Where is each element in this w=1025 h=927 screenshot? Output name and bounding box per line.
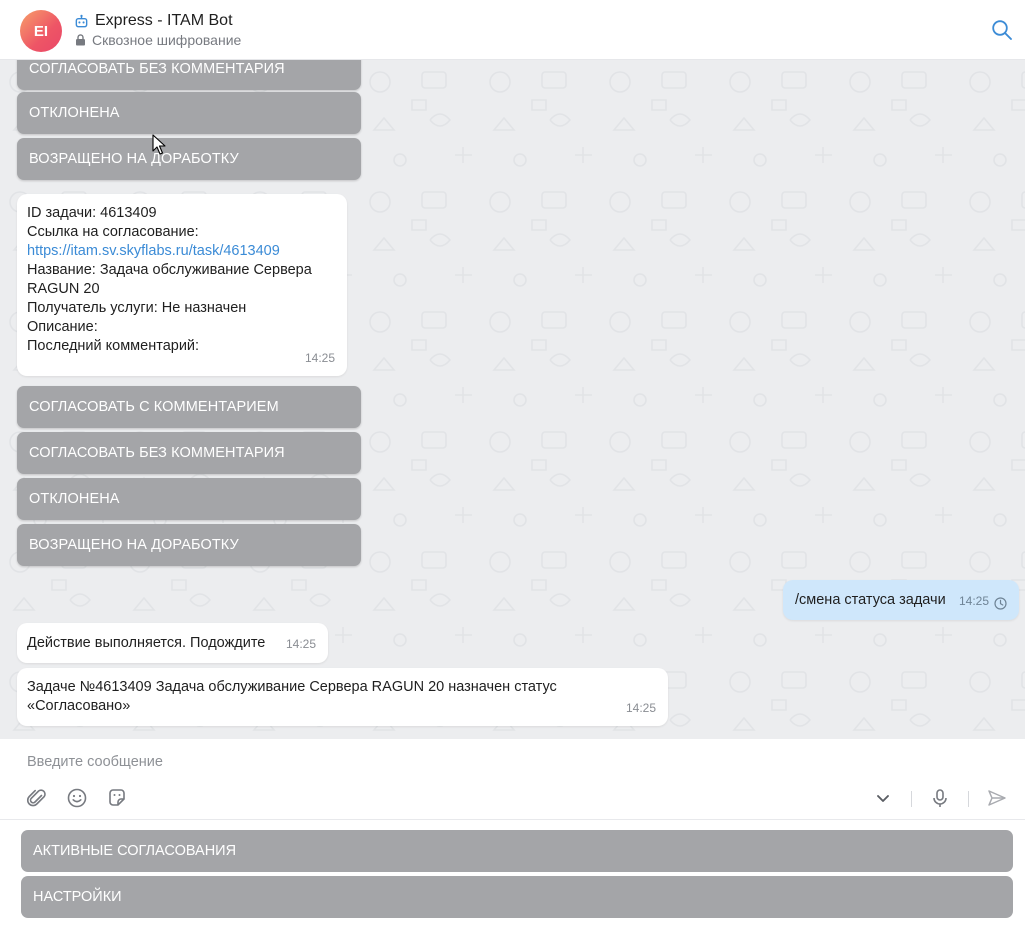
action-message-text: Действие выполняется. Подождите — [27, 635, 266, 651]
message-list[interactable]: СОГЛАСОВАТЬ БЕЗ КОММЕНТАРИЯ ОТКЛОНЕНА ВО… — [0, 60, 1025, 739]
chat-title[interactable]: Express - ITAM Bot — [95, 12, 233, 30]
message-time: 14:25 — [625, 701, 656, 715]
keyboard-button-approve-with-comment[interactable]: СОГЛАСОВАТЬ С КОММЕНТАРИЕМ — [17, 386, 361, 428]
service-recipient-text: Получатель услуги: Не назначен — [27, 300, 247, 316]
chevron-down-icon[interactable] — [872, 787, 894, 809]
keyboard-button-approve-no-comment[interactable]: СОГЛАСОВАТЬ БЕЗ КОММЕНТАРИЯ — [17, 60, 361, 90]
approval-link-label: Ссылка на согласование: — [27, 224, 199, 240]
divider — [911, 791, 912, 807]
divider — [968, 791, 969, 807]
action-in-progress-message: Действие выполняется. Подождите 14:25 — [17, 623, 328, 663]
status-message-text: Задаче №4613409 Задача обслуживание Серв… — [27, 679, 557, 695]
keyboard-button-returned-for-rework[interactable]: ВОЗРАЩЕНО НА ДОРАБОТКУ — [17, 524, 361, 566]
keyboard-button-returned-for-rework[interactable]: ВОЗРАЩЕНО НА ДОРАБОТКУ — [17, 138, 361, 180]
chat-header: EI Express - ITAM Bot Сквозное шифровани… — [0, 0, 1025, 60]
message-time: 14:25 — [958, 594, 989, 608]
title-row: Express - ITAM Bot — [74, 12, 233, 30]
status-assigned-message: Задаче №4613409 Задача обслуживание Серв… — [17, 668, 668, 726]
message-time: 14:25 — [285, 637, 316, 651]
emoji-icon[interactable] — [66, 787, 88, 809]
clock-icon — [994, 597, 1007, 610]
encryption-status: Сквозное шифрование — [75, 32, 241, 48]
keyboard-button-approve-no-comment[interactable]: СОГЛАСОВАТЬ БЕЗ КОММЕНТАРИЯ — [17, 432, 361, 474]
bot-icon — [75, 14, 88, 27]
send-icon[interactable] — [986, 787, 1008, 809]
keyboard-button-rejected[interactable]: ОТКЛОНЕНА — [17, 478, 361, 520]
last-comment-text: Последний комментарий: — [27, 338, 200, 354]
search-icon[interactable] — [991, 19, 1013, 41]
task-name-text: Название: Задача обслуживание Сервера — [27, 262, 312, 278]
keyboard-button-active-approvals[interactable]: АКТИВНЫЕ СОГЛАСОВАНИЯ — [21, 830, 1013, 872]
task-id-text: ID задачи: 4613409 — [27, 205, 157, 221]
attach-icon[interactable] — [26, 787, 48, 809]
message-composer — [11, 739, 1025, 819]
lock-icon — [76, 34, 85, 46]
approval-link[interactable]: https://itam.sv.skyflabs.ru/task/4613409 — [27, 242, 337, 261]
status-message-value: «Согласовано» — [27, 698, 131, 714]
keyboard-button-settings[interactable]: НАСТРОЙКИ — [21, 876, 1013, 918]
outgoing-message: /смена статуса задачи 14:25 — [783, 580, 1019, 620]
task-name-text-continued: RAGUN 20 — [27, 281, 100, 297]
message-input[interactable] — [27, 752, 927, 772]
description-text: Описание: — [27, 319, 98, 335]
message-time: 14:25 — [304, 351, 335, 365]
chat-subtitle: Сквозное шифрование — [92, 32, 242, 48]
outgoing-message-text: /смена статуса задачи — [795, 592, 946, 608]
reply-keyboard: АКТИВНЫЕ СОГЛАСОВАНИЯ НАСТРОЙКИ — [0, 819, 1025, 927]
avatar[interactable]: EI — [20, 10, 62, 52]
task-info-message: ID задачи: 4613409 Ссылка на согласовани… — [17, 194, 347, 376]
microphone-icon[interactable] — [929, 787, 951, 809]
sticker-icon[interactable] — [106, 787, 128, 809]
keyboard-button-rejected[interactable]: ОТКЛОНЕНА — [17, 92, 361, 134]
